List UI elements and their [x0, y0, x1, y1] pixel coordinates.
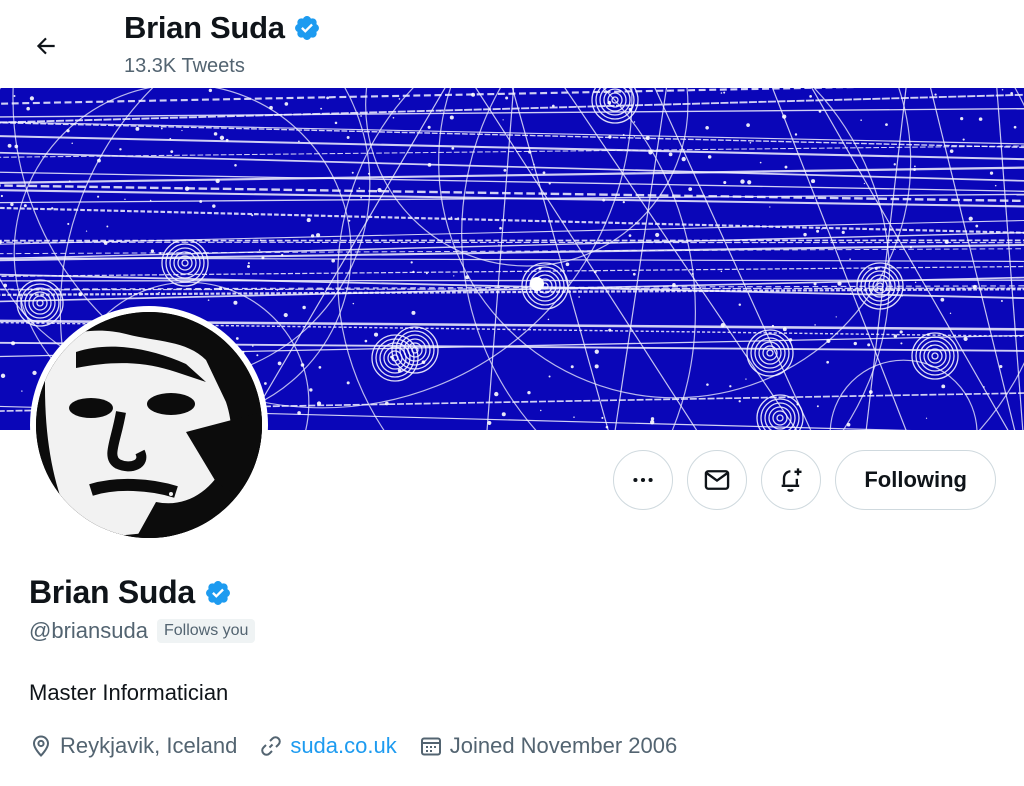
website-link[interactable]: suda.co.uk [290, 733, 396, 759]
location-pin-icon [32, 735, 50, 757]
tweet-count: 13.3K Tweets [124, 55, 245, 77]
profile-bio: Master Informatician [29, 680, 229, 705]
profile-actions: Following [613, 450, 996, 510]
envelope-icon [705, 470, 730, 490]
avatar-image [36, 312, 262, 538]
profile-name: Brian Suda [29, 574, 232, 611]
joined-text: Joined November 2006 [449, 733, 678, 758]
verified-badge-icon[interactable] [204, 579, 232, 607]
joined-item: Joined November 2006 [419, 733, 677, 759]
location-item: Reykjavik, Iceland [29, 733, 237, 759]
handle-row: @briansuda Follows you [29, 618, 256, 644]
notifications-button[interactable] [761, 450, 822, 510]
message-button[interactable] [687, 450, 748, 510]
follows-you-badge: Follows you [156, 619, 256, 643]
avatar[interactable] [30, 306, 268, 544]
calendar-icon [420, 737, 441, 756]
link-icon [261, 736, 282, 756]
header-title: Brian Suda [124, 10, 321, 46]
back-button[interactable] [24, 24, 68, 68]
more-button[interactable] [613, 450, 674, 510]
more-icon [633, 477, 653, 483]
following-button[interactable]: Following [835, 450, 996, 510]
website-item: suda.co.uk [259, 733, 397, 759]
header-name: Brian Suda [124, 10, 285, 45]
location-text: Reykjavik, Iceland [60, 733, 238, 758]
display-name: Brian Suda [29, 574, 195, 610]
profile-header-bar: Brian Suda 13.3K Tweets [0, 0, 1024, 88]
back-arrow-icon [36, 37, 55, 55]
bell-plus-icon [782, 468, 802, 492]
profile-meta: Reykjavik, Iceland suda.co.uk Joined Nov… [29, 733, 699, 759]
verified-badge-icon[interactable] [293, 14, 321, 42]
user-handle: @briansuda [29, 618, 148, 643]
